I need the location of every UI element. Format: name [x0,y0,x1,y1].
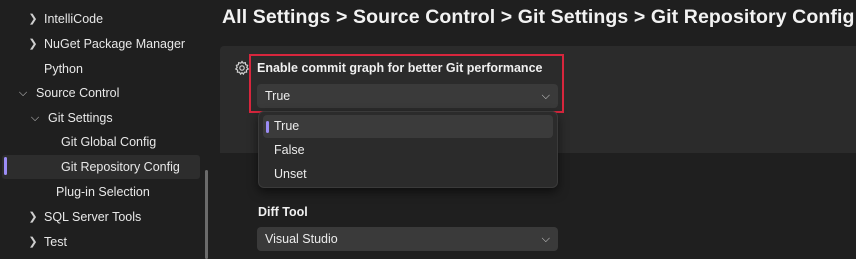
diff-tool-dropdown[interactable]: Visual Studio ⌵ [257,227,558,251]
tree-item-label: Git Global Config [61,135,157,149]
option-label: True [274,119,300,133]
option-label: Unset [274,167,307,181]
chevron-right-icon[interactable]: ❯ [27,7,39,31]
tree-item-label: Plug-in Selection [56,185,150,199]
tree-item-label: NuGet Package Manager [44,37,186,51]
sidebar-scrollbar[interactable] [205,170,208,259]
option-true[interactable]: True [263,115,553,138]
tree-item-label: Test [44,235,67,249]
tree-item-intellicode[interactable]: ❯ IntelliCode [0,7,200,31]
option-selected-indicator [266,121,269,133]
tree-item-plug-in-selection[interactable]: Plug-in Selection [0,180,200,204]
chevron-down-icon[interactable]: ⌵ [17,81,29,105]
diff-tool-value: Visual Studio [265,232,338,246]
chevron-right-icon[interactable]: ❯ [27,32,39,56]
tree-item-source-control[interactable]: ⌵ Source Control [0,81,200,105]
tree-item-git-repository-config[interactable]: Git Repository Config [2,155,200,179]
tree-item-label: IntelliCode [44,12,104,26]
chevron-right-icon[interactable]: ❯ [27,205,39,229]
gear-icon[interactable] [234,60,250,76]
tree-item-label: SQL Server Tools [44,210,142,224]
chevron-right-icon[interactable]: ❯ [27,230,39,254]
tree-item-label: Git Repository Config [61,160,180,174]
page-title-breadcrumb: All Settings > Source Control > Git Sett… [222,6,855,28]
settings-tree: ❯ IntelliCode ❯ NuGet Package Manager Py… [0,0,212,259]
tree-item-python[interactable]: Python [0,57,200,81]
option-false[interactable]: False [263,139,553,162]
tree-item-git-settings[interactable]: ⌵ Git Settings [0,106,200,130]
tree-item-label: Python [44,62,83,76]
selection-indicator [4,157,7,175]
commit-graph-options-list: True False Unset [258,111,558,188]
chevron-down-icon[interactable]: ⌵ [29,106,41,130]
tree-item-git-global-config[interactable]: Git Global Config [0,130,200,154]
tree-item-nuget-package-manager[interactable]: ❯ NuGet Package Manager [0,32,200,56]
tree-item-sql-server-tools[interactable]: ❯ SQL Server Tools [0,205,200,229]
option-label: False [274,143,305,157]
chevron-down-icon[interactable]: ⌵ [542,227,550,251]
highlight-box [249,54,564,113]
tree-item-label: Source Control [36,86,120,100]
tree-item-test[interactable]: ❯ Test [0,230,200,254]
option-unset[interactable]: Unset [263,163,553,186]
diff-tool-label: Diff Tool [258,205,308,219]
tree-item-label: Git Settings [48,111,113,125]
